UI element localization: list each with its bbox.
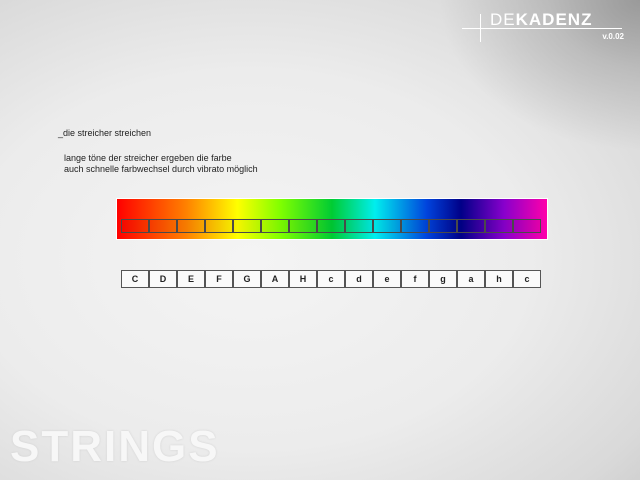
version-label: v.0.02 <box>602 32 624 41</box>
spectrum-segment[interactable] <box>289 219 317 233</box>
spectrum-segment[interactable] <box>149 219 177 233</box>
section-description: lange töne der streicher ergeben die far… <box>64 153 258 175</box>
note-button[interactable]: E <box>177 270 205 288</box>
note-button[interactable]: d <box>345 270 373 288</box>
logo-title-light: DE <box>490 10 516 29</box>
note-button[interactable]: D <box>149 270 177 288</box>
spectrum-segment[interactable] <box>513 219 541 233</box>
spectrum-segment[interactable] <box>429 219 457 233</box>
description-line: auch schnelle farbwechsel durch vibrato … <box>64 164 258 174</box>
note-button[interactable]: C <box>121 270 149 288</box>
note-button[interactable]: A <box>261 270 289 288</box>
note-button[interactable]: g <box>429 270 457 288</box>
app-logo: DEKADENZ v.0.02 <box>462 8 632 48</box>
note-button[interactable]: c <box>513 270 541 288</box>
color-spectrum-bar <box>116 198 548 240</box>
spectrum-segment[interactable] <box>373 219 401 233</box>
logo-title-bold: KADENZ <box>515 10 593 29</box>
spectrum-segment[interactable] <box>401 219 429 233</box>
note-button[interactable]: a <box>457 270 485 288</box>
note-buttons: CDEFGAHcdefgahc <box>121 270 541 288</box>
spectrum-segment[interactable] <box>233 219 261 233</box>
note-button[interactable]: e <box>373 270 401 288</box>
note-button[interactable]: c <box>317 270 345 288</box>
logo-line-vertical <box>480 14 481 42</box>
spectrum-segment[interactable] <box>121 219 149 233</box>
instrument-label: STRINGS <box>10 422 220 471</box>
spectrum-segment[interactable] <box>317 219 345 233</box>
spectrum-segments <box>121 219 541 233</box>
spectrum-segment[interactable] <box>261 219 289 233</box>
section-heading: _die streicher streichen <box>58 128 152 138</box>
note-button[interactable]: f <box>401 270 429 288</box>
note-button[interactable]: h <box>485 270 513 288</box>
note-button[interactable]: H <box>289 270 317 288</box>
spectrum-segment[interactable] <box>457 219 485 233</box>
note-button[interactable]: F <box>205 270 233 288</box>
spectrum-segment[interactable] <box>177 219 205 233</box>
spectrum-segment[interactable] <box>345 219 373 233</box>
logo-title: DEKADENZ <box>490 10 592 30</box>
note-button[interactable]: G <box>233 270 261 288</box>
spectrum-segment[interactable] <box>485 219 513 233</box>
spectrum-segment[interactable] <box>205 219 233 233</box>
description-line: lange töne der streicher ergeben die far… <box>64 153 232 163</box>
